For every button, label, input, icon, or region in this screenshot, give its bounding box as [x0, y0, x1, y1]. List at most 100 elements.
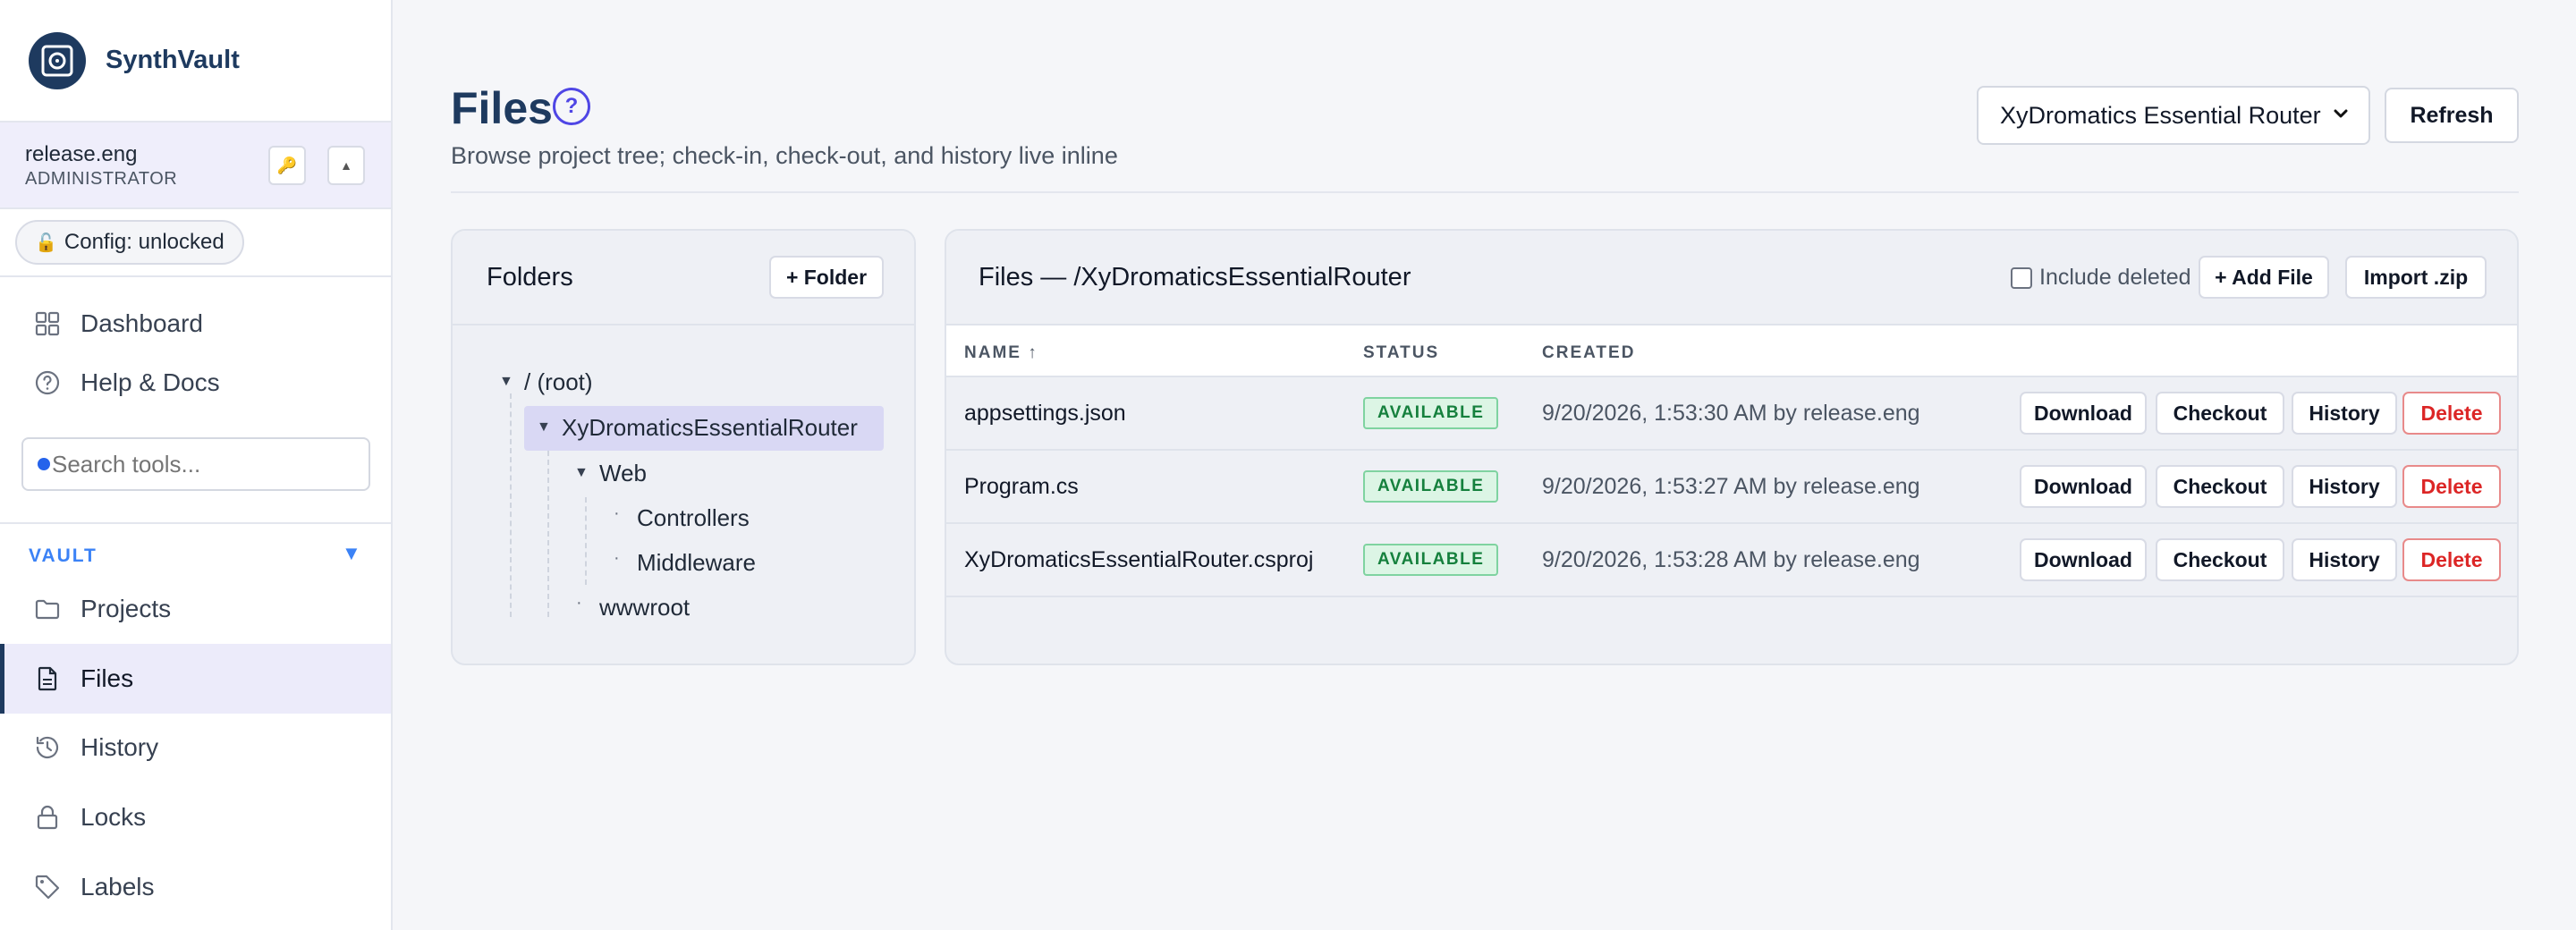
header-divider: [451, 191, 2519, 193]
tree-guide-line: [510, 393, 512, 617]
file-created: 9/20/2026, 1:53:28 AM by release.eng: [1542, 547, 1920, 572]
section-divider: [0, 522, 391, 524]
files-title: Files — /XyDromaticsEssentialRouter: [979, 263, 1411, 292]
brand[interactable]: SynthVault: [0, 0, 391, 123]
sidebar: SynthVault release.eng ADMINISTRATOR 🔑 ▲…: [0, 0, 393, 930]
file-created: 9/20/2026, 1:53:27 AM by release.eng: [1542, 474, 1920, 499]
nav-help-label: Help & Docs: [80, 368, 220, 396]
column-header-status[interactable]: STATUS: [1363, 343, 1439, 363]
user-panel: release.eng ADMINISTRATOR 🔑 ▲: [0, 123, 391, 209]
nav-projects[interactable]: Projects: [0, 575, 391, 643]
page-title: Files: [451, 83, 553, 133]
tree-node-middleware[interactable]: Middleware: [637, 549, 756, 577]
nav-history-label: History: [80, 733, 159, 761]
tree-node-controllers[interactable]: Controllers: [637, 504, 750, 532]
caret-up-icon: ▲: [340, 158, 352, 173]
refresh-button[interactable]: Refresh: [2385, 88, 2519, 143]
checkout-button[interactable]: Checkout: [2156, 465, 2284, 508]
download-button[interactable]: Download: [2020, 538, 2147, 581]
unlocked-lock-icon: 🔓: [35, 232, 57, 253]
status-badge: AVAILABLE: [1363, 470, 1499, 503]
folders-panel-header: Folders + Folder: [453, 231, 914, 326]
history-button[interactable]: History: [2292, 538, 2397, 581]
search-tools-field[interactable]: [21, 437, 370, 491]
nav-labels-label: Labels: [80, 873, 155, 900]
tree-guide-line: [585, 497, 587, 585]
collapse-user-button[interactable]: ▲: [327, 146, 365, 185]
config-row: 🔓 Config: unlocked: [0, 209, 391, 277]
nav-locks-label: Locks: [80, 803, 147, 831]
leaf-dot-icon: ·: [614, 548, 620, 568]
lock-icon: [37, 805, 58, 830]
nav-history[interactable]: History: [0, 714, 391, 782]
nav-files[interactable]: Files: [0, 644, 391, 714]
folder-icon: [35, 599, 60, 620]
files-table-header: NAME ↑ STATUS CREATED: [946, 326, 2517, 377]
checkout-button[interactable]: Checkout: [2156, 392, 2284, 435]
nav-labels[interactable]: Labels: [0, 853, 391, 921]
folders-title: Folders: [487, 263, 573, 292]
project-select[interactable]: XyDromatics Essential Router: [1977, 86, 2370, 145]
table-row: XyDromaticsEssentialRouter.csproj AVAILA…: [946, 524, 2517, 597]
page-subtitle: Browse project tree; check-in, check-out…: [451, 142, 1118, 169]
add-file-button[interactable]: + Add File: [2199, 256, 2329, 299]
expand-caret-icon[interactable]: ▼: [499, 374, 513, 390]
key-icon: 🔑: [276, 156, 298, 174]
config-label: Config: unlocked: [64, 230, 225, 254]
nav-help-docs[interactable]: Help & Docs: [0, 349, 391, 417]
tag-icon: [35, 875, 60, 900]
include-deleted-label: Include deleted: [2039, 265, 2191, 290]
nav-dashboard[interactable]: Dashboard: [0, 290, 391, 358]
table-row: appsettings.json AVAILABLE 9/20/2026, 1:…: [946, 377, 2517, 451]
checkout-button[interactable]: Checkout: [2156, 538, 2284, 581]
include-deleted-checkbox[interactable]: [2011, 266, 2032, 289]
files-panel-header: Files — /XyDromaticsEssentialRouter Incl…: [946, 231, 2517, 326]
nav-files-label: Files: [80, 664, 134, 692]
download-button[interactable]: Download: [2020, 465, 2147, 508]
file-name[interactable]: Program.cs: [964, 474, 1079, 500]
search-input[interactable]: [52, 450, 347, 478]
file-name[interactable]: XyDromaticsEssentialRouter.csproj: [964, 547, 1313, 573]
section-collapse-icon[interactable]: ▼: [342, 542, 361, 565]
delete-button[interactable]: Delete: [2402, 538, 2501, 581]
include-deleted-toggle[interactable]: Include deleted: [2011, 265, 2191, 291]
user-role: ADMINISTRATOR: [25, 169, 178, 189]
tree-guide-line: [547, 451, 549, 617]
history-button[interactable]: History: [2292, 465, 2397, 508]
file-name[interactable]: appsettings.json: [964, 401, 1126, 427]
section-label-vault: VAULT: [29, 545, 97, 566]
download-button[interactable]: Download: [2020, 392, 2147, 435]
tree-node-root[interactable]: / (root): [524, 368, 593, 396]
files-panel: Files — /XyDromaticsEssentialRouter Incl…: [945, 229, 2519, 665]
user-name: release.eng: [25, 142, 138, 166]
page-help-icon[interactable]: ?: [553, 88, 590, 125]
add-folder-button[interactable]: + Folder: [769, 256, 884, 299]
vault-logo-icon: [29, 31, 86, 89]
search-icon: [38, 458, 50, 470]
column-header-name[interactable]: NAME ↑: [964, 343, 1038, 363]
delete-button[interactable]: Delete: [2402, 392, 2501, 435]
chevron-down-icon: [2331, 104, 2351, 129]
table-row: Program.cs AVAILABLE 9/20/2026, 1:53:27 …: [946, 451, 2517, 524]
project-select-value: XyDromatics Essential Router: [2000, 101, 2321, 129]
tree-node-project[interactable]: XyDromaticsEssentialRouter: [562, 414, 858, 442]
tree-node-wwwroot[interactable]: wwwroot: [599, 594, 690, 621]
status-badge: AVAILABLE: [1363, 397, 1499, 429]
key-button[interactable]: 🔑: [268, 146, 306, 185]
tree-node-web[interactable]: Web: [599, 460, 647, 487]
leaf-dot-icon: ·: [576, 593, 582, 613]
history-button[interactable]: History: [2292, 392, 2397, 435]
import-zip-button[interactable]: Import .zip: [2345, 256, 2487, 299]
folders-panel: Folders + Folder ▼ / (root) ▼ XyDromatic…: [451, 229, 916, 665]
expand-caret-icon[interactable]: ▼: [537, 419, 551, 435]
file-icon: [38, 666, 57, 691]
config-status-pill[interactable]: 🔓 Config: unlocked: [15, 220, 244, 265]
nav-locks[interactable]: Locks: [0, 783, 391, 851]
column-header-created[interactable]: CREATED: [1542, 343, 1635, 363]
dashboard-grid-icon: [35, 311, 60, 336]
nav-projects-label: Projects: [80, 595, 172, 622]
app-name: SynthVault: [106, 46, 240, 74]
delete-button[interactable]: Delete: [2402, 465, 2501, 508]
expand-caret-icon[interactable]: ▼: [574, 465, 589, 481]
status-badge: AVAILABLE: [1363, 544, 1499, 576]
